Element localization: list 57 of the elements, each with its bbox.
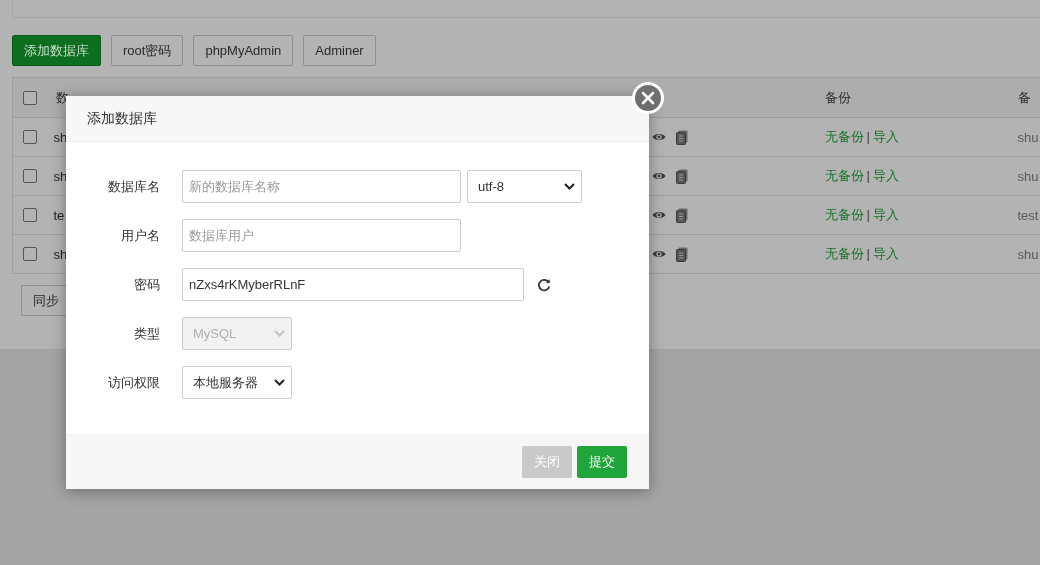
import-link[interactable]: 导入 xyxy=(872,207,899,222)
backup-link[interactable]: 无备份 xyxy=(824,129,864,144)
table-cell-text: test xyxy=(1016,207,1039,223)
table-cell-text: sh xyxy=(52,129,68,145)
refresh-icon[interactable] xyxy=(537,277,551,292)
select-field[interactable]: utf-8 xyxy=(467,170,582,203)
input-field[interactable]: 新的数据库名称 xyxy=(182,170,461,203)
import-link[interactable]: 导入 xyxy=(872,246,899,261)
table-cell-text: sh xyxy=(52,246,68,262)
separator: | xyxy=(865,207,871,222)
table-cell-text: shu xyxy=(1016,246,1039,262)
eye-icon[interactable] xyxy=(651,209,666,221)
input-field[interactable]: 数据库用户 xyxy=(182,219,461,252)
backup-link[interactable]: 无备份 xyxy=(824,207,864,222)
dialog-title: 添加数据库 xyxy=(87,109,157,128)
checkbox[interactable] xyxy=(23,247,37,261)
column-header: 备份 xyxy=(823,89,851,105)
import-link[interactable]: 导入 xyxy=(872,129,899,144)
field-label: 数据库名 xyxy=(107,177,161,196)
toolbar-button[interactable]: Adminer xyxy=(303,35,376,66)
separator: | xyxy=(865,246,871,261)
select-field[interactable]: 本地服务器 xyxy=(182,366,292,399)
copy-icon[interactable] xyxy=(675,207,688,223)
password-field[interactable]: nZxs4rKMyberRLnF xyxy=(182,268,524,301)
backup-link[interactable]: 无备份 xyxy=(824,168,864,183)
copy-icon[interactable] xyxy=(675,168,688,184)
separator: | xyxy=(865,129,871,144)
table-cell-text: te xyxy=(52,207,65,223)
eye-icon[interactable] xyxy=(651,170,666,182)
toolbar-button[interactable]: phpMyAdmin xyxy=(193,35,294,66)
backup-link[interactable]: 无备份 xyxy=(824,246,864,261)
toolbar-button[interactable]: 添加数据库 xyxy=(12,35,101,66)
import-link[interactable]: 导入 xyxy=(872,168,899,183)
table-cell-text: sh xyxy=(52,168,68,184)
eye-icon[interactable] xyxy=(651,248,666,260)
chevron-icon xyxy=(274,379,285,386)
field-label: 类型 xyxy=(133,324,161,343)
copy-icon[interactable] xyxy=(675,246,688,262)
field-label: 用户名 xyxy=(120,226,161,245)
chevron-icon xyxy=(564,183,575,190)
checkbox[interactable] xyxy=(23,90,37,105)
table-cell-text: shu xyxy=(1016,129,1039,145)
checkbox[interactable] xyxy=(23,130,37,144)
checkbox[interactable] xyxy=(23,208,37,222)
separator: | xyxy=(865,168,871,183)
column-header: 备 xyxy=(1016,89,1031,105)
submit-button[interactable]: 提交 xyxy=(577,446,627,478)
sync-button[interactable]: 同步 xyxy=(21,285,66,316)
checkbox[interactable] xyxy=(23,169,37,183)
field-label: 密码 xyxy=(133,275,161,294)
table-cell-text: shu xyxy=(1016,168,1039,184)
copy-icon[interactable] xyxy=(675,129,688,145)
field-label: 访问权限 xyxy=(107,373,161,392)
close-icon xyxy=(641,91,655,105)
chevron-icon xyxy=(274,330,285,337)
eye-icon[interactable] xyxy=(651,131,666,143)
toolbar-button[interactable]: root密码 xyxy=(111,35,184,66)
